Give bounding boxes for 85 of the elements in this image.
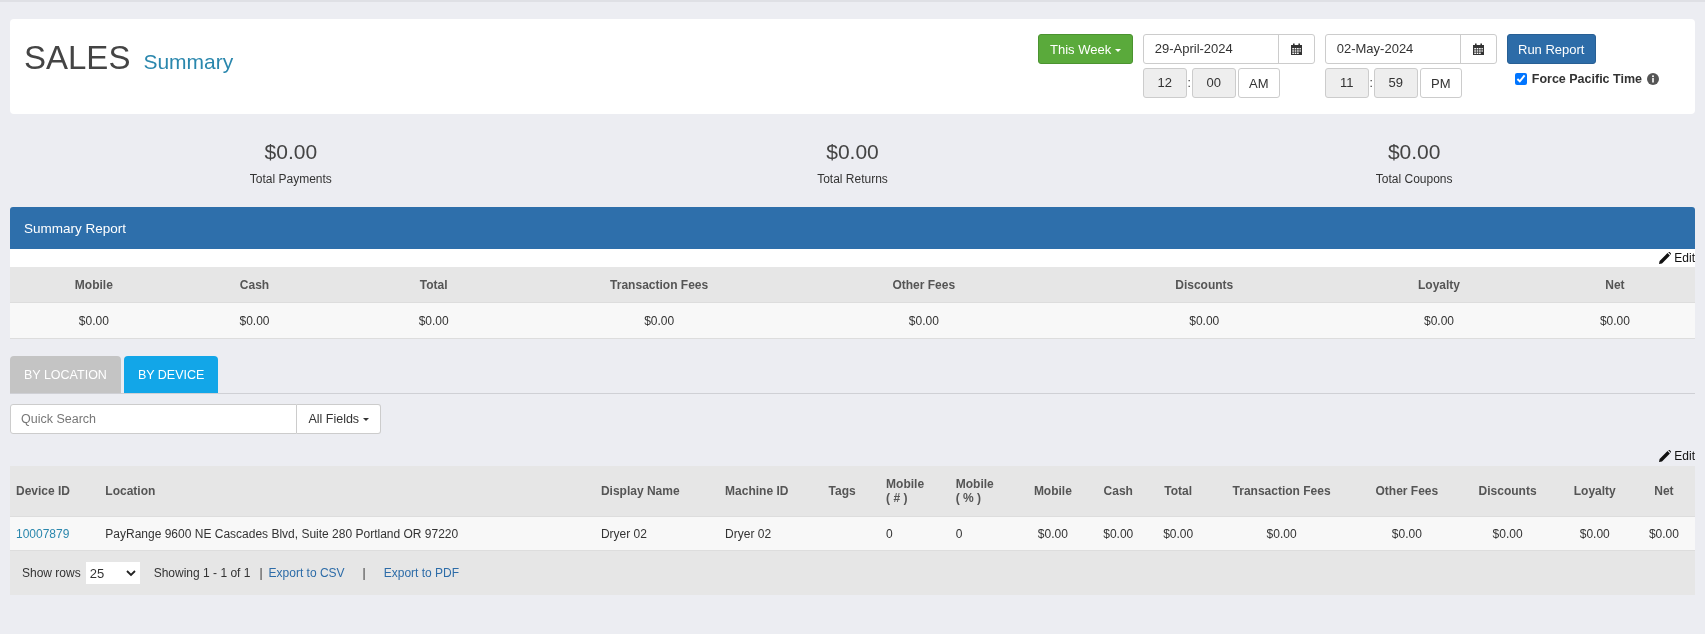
run-report-button[interactable]: Run Report	[1506, 34, 1596, 64]
caret-icon	[1114, 48, 1121, 52]
export-csv-link[interactable]: Export to CSV	[268, 566, 345, 580]
total-amount: $0.00	[264, 140, 318, 164]
table-cell: $0.00	[1037, 526, 1068, 541]
table-cell: PayRange 9600 NE Cascades Blvd, Suite 280 Portland OR 97220	[105, 526, 459, 541]
column-header: Loyalty	[1573, 484, 1616, 498]
field-filter-dropdown[interactable]: All Fields	[297, 404, 381, 434]
column-header: Total	[1164, 484, 1193, 498]
pagination-info: Showing 1 - 1 of 1	[153, 566, 251, 580]
column-header: Total	[331, 267, 537, 303]
hour-field[interactable]: 12	[1142, 68, 1187, 98]
total-amount: $0.00	[1387, 140, 1441, 164]
panel-title: Summary Report	[24, 220, 127, 236]
column-header: Cash	[177, 267, 332, 303]
period-button[interactable]: PM	[1419, 68, 1462, 98]
column-header: Discounts	[1065, 267, 1344, 303]
table-cell: Dryer 02	[600, 526, 647, 541]
column-header: Discounts	[1478, 484, 1537, 498]
search-field[interactable]: Quick Search	[10, 404, 297, 434]
table-cell: $0.00	[536, 302, 783, 339]
table-cell: Dryer 02	[725, 526, 772, 541]
time-separator: :	[1186, 76, 1192, 90]
column-header: Machine ID	[725, 484, 789, 498]
table-cell: $0.00	[177, 302, 332, 339]
page-subtitle: Summary	[143, 50, 234, 74]
date-field[interactable]: 29-April-2024	[1142, 34, 1315, 64]
column-header: Other Fees	[1375, 484, 1439, 498]
table-cell: $0.00	[1492, 526, 1523, 541]
hour-field[interactable]: 11	[1324, 68, 1369, 98]
table-cell: 0	[955, 526, 963, 541]
edit-link[interactable]: Edit	[1659, 251, 1695, 265]
column-header: Cash	[1103, 484, 1133, 498]
column-header: Mobile	[1033, 484, 1072, 498]
show-rows-label: Show rows	[22, 566, 81, 580]
pencil-icon	[1659, 252, 1672, 264]
separator: |	[362, 566, 366, 580]
column-header: Net	[1534, 267, 1695, 303]
column-header: Transaction Fees	[536, 267, 783, 303]
column-header: Loyalty	[1343, 267, 1535, 303]
separator: |	[259, 566, 263, 580]
table-cell: $0.00	[1648, 526, 1679, 541]
table-cell: $0.00	[1579, 526, 1610, 541]
calendar-icon	[1471, 42, 1485, 56]
period-button[interactable]: AM	[1237, 68, 1280, 98]
table-cell: 0	[886, 526, 893, 541]
export-pdf-link[interactable]: Export to PDF	[383, 566, 460, 580]
checkbox-label: Force Pacific Time	[1531, 72, 1642, 86]
column-header: Display Name	[600, 484, 680, 498]
caret-icon	[362, 418, 369, 422]
edit-link[interactable]: Edit	[1659, 449, 1695, 463]
total-label: Total Coupons	[1375, 172, 1453, 186]
table-cell: $0.00	[1103, 526, 1134, 541]
table-cell: $0.00	[1163, 526, 1194, 541]
total-amount: $0.00	[826, 140, 879, 164]
total-label: Total Returns	[817, 172, 888, 186]
chevron-icon	[125, 569, 136, 577]
table-cell: $0.00	[331, 302, 537, 339]
column-header: Mobile	[10, 267, 178, 303]
date-field[interactable]: 02-May-2024	[1324, 34, 1497, 64]
column-header: Mobile ( # )	[886, 477, 925, 505]
column-header: Location	[105, 484, 156, 498]
column-header: Tags	[828, 484, 856, 498]
rows-per-page-select[interactable]: 25	[85, 562, 140, 584]
table-cell: $0.00	[1065, 302, 1344, 339]
table-cell: $0.00	[1534, 302, 1695, 339]
column-header: Device ID	[16, 484, 71, 498]
checkbox[interactable]	[1514, 73, 1527, 85]
column-header: Other Fees	[782, 267, 1066, 303]
total-label: Total Payments	[249, 172, 332, 186]
time-separator: :	[1368, 76, 1374, 90]
page-title: SALES	[24, 39, 131, 77]
minute-field[interactable]: 00	[1191, 68, 1236, 98]
pencil-icon	[1659, 450, 1672, 462]
minute-field[interactable]: 59	[1373, 68, 1418, 98]
column-header: Mobile ( % )	[955, 477, 994, 505]
column-header: Transaction Fees	[1232, 484, 1331, 498]
info-icon	[1647, 73, 1659, 85]
calendar-icon	[1289, 42, 1303, 56]
table-cell: $0.00	[1391, 526, 1422, 541]
table-cell: $0.00	[782, 302, 1066, 339]
column-header: Net	[1654, 484, 1674, 498]
table-cell: $0.00	[10, 302, 178, 339]
table-cell: $0.00	[1266, 526, 1297, 541]
table-cell: $0.00	[1343, 302, 1535, 339]
